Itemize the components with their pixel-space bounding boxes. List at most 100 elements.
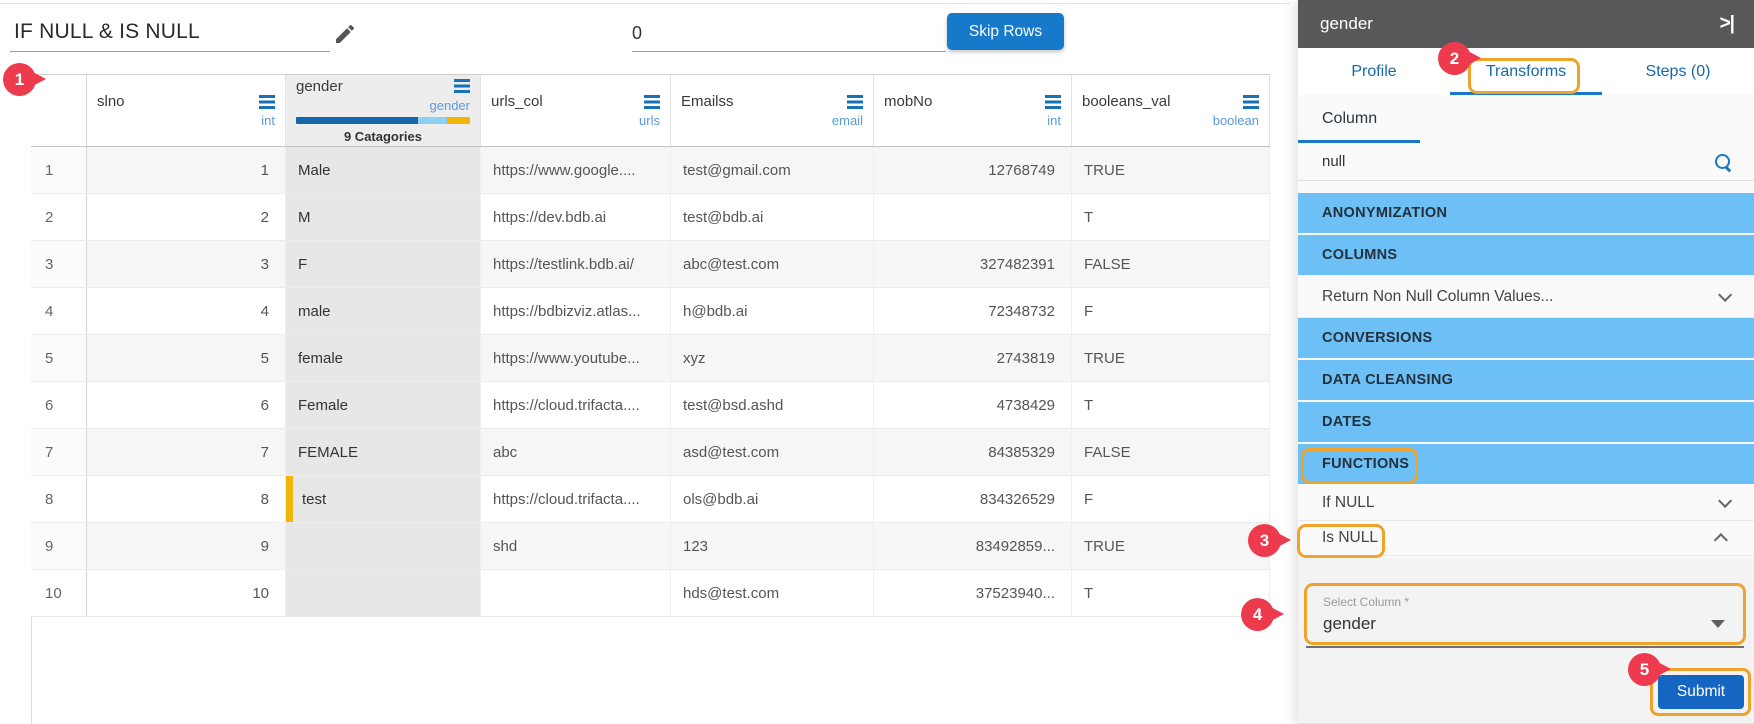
skip-rows-input[interactable]	[632, 16, 946, 51]
cell-slno[interactable]: 10	[87, 570, 286, 616]
column-name: slno	[97, 93, 125, 110]
cell-mobno[interactable]: 12768749	[874, 147, 1072, 193]
column-header-Emailss[interactable]: Emailssemail	[671, 75, 874, 146]
select-column-field[interactable]: Select Column * gender	[1304, 583, 1746, 645]
cell-urls[interactable]: https://cloud.trifacta....	[481, 382, 671, 428]
cell-gender[interactable]: test	[286, 476, 481, 522]
column-menu-icon[interactable]	[847, 95, 863, 109]
cell-boolean[interactable]: T	[1072, 382, 1270, 428]
cell-mobno[interactable]: 327482391	[874, 241, 1072, 287]
subtab-column[interactable]: Column	[1322, 110, 1377, 128]
chevron-up-icon[interactable]	[1714, 533, 1728, 547]
category-data-cleansing[interactable]: DATA CLEANSING	[1298, 360, 1754, 400]
cell-urls[interactable]: https://dev.bdb.ai	[481, 194, 671, 240]
cell-slno[interactable]: 5	[87, 335, 286, 381]
cell-gender[interactable]: Male	[286, 147, 481, 193]
cell-boolean[interactable]: F	[1072, 476, 1270, 522]
cell-email[interactable]: test@bdb.ai	[671, 194, 874, 240]
cell-slno[interactable]: 3	[87, 241, 286, 287]
cell-slno[interactable]: 7	[87, 429, 286, 475]
cell-boolean[interactable]: TRUE	[1072, 335, 1270, 381]
cell-slno[interactable]: 6	[87, 382, 286, 428]
transform-item-return-non-null-column-values[interactable]: Return Non Null Column Values...	[1298, 277, 1754, 318]
column-header-slno[interactable]: slnoint	[87, 75, 286, 146]
cell-urls[interactable]: https://www.google....	[481, 147, 671, 193]
cell-slno[interactable]: 9	[87, 523, 286, 569]
transform-item-if-null[interactable]: If NULL	[1298, 486, 1754, 521]
cell-slno[interactable]: 1	[87, 147, 286, 193]
category-anonymization[interactable]: ANONYMIZATION	[1298, 193, 1754, 233]
column-header-urls_col[interactable]: urls_colurls	[481, 75, 671, 146]
cell-urls[interactable]: https://www.youtube...	[481, 335, 671, 381]
cell-urls[interactable]	[481, 570, 671, 616]
cell-boolean[interactable]: FALSE	[1072, 429, 1270, 475]
cell-mobno[interactable]: 83492859...	[874, 523, 1072, 569]
skip-rows-button[interactable]: Skip Rows	[947, 13, 1064, 50]
row-number-cell: 9	[31, 523, 87, 569]
dropdown-arrow-icon[interactable]	[1711, 620, 1725, 628]
cell-urls[interactable]: abc	[481, 429, 671, 475]
column-menu-icon[interactable]	[259, 95, 275, 109]
cell-email[interactable]: asd@test.com	[671, 429, 874, 475]
cell-gender[interactable]	[286, 570, 481, 616]
collapse-panel-icon[interactable]: >|	[1720, 13, 1734, 35]
cell-gender[interactable]: male	[286, 288, 481, 334]
cell-urls[interactable]: https://bdbizviz.atlas...	[481, 288, 671, 334]
cell-urls[interactable]: https://cloud.trifacta....	[481, 476, 671, 522]
submit-button[interactable]: Submit	[1658, 675, 1744, 709]
category-columns[interactable]: COLUMNS	[1298, 235, 1754, 275]
cell-mobno[interactable]: 37523940...	[874, 570, 1072, 616]
transform-item-is-null[interactable]: Is NULL	[1298, 521, 1754, 556]
cell-email[interactable]: xyz	[671, 335, 874, 381]
column-header-booleans_val[interactable]: booleans_valboolean	[1072, 75, 1270, 146]
column-menu-icon[interactable]	[1243, 95, 1259, 109]
cell-email[interactable]: h@bdb.ai	[671, 288, 874, 334]
cell-mobno[interactable]: 834326529	[874, 476, 1072, 522]
column-menu-icon[interactable]	[454, 79, 470, 93]
cell-gender[interactable]: F	[286, 241, 481, 287]
tab-profile[interactable]: Profile	[1298, 48, 1450, 95]
cell-gender[interactable]	[286, 523, 481, 569]
cell-boolean[interactable]: T	[1072, 194, 1270, 240]
cell-email[interactable]: 123	[671, 523, 874, 569]
row-number-cell: 10	[31, 570, 87, 616]
category-functions[interactable]: FUNCTIONS	[1298, 444, 1754, 484]
cell-boolean[interactable]: T	[1072, 570, 1270, 616]
cell-boolean[interactable]: FALSE	[1072, 241, 1270, 287]
cell-email[interactable]: abc@test.com	[671, 241, 874, 287]
cell-slno[interactable]: 8	[87, 476, 286, 522]
chevron-down-icon[interactable]	[1718, 288, 1732, 302]
cell-mobno[interactable]: 72348732	[874, 288, 1072, 334]
cell-email[interactable]: test@bsd.ashd	[671, 382, 874, 428]
search-icon[interactable]	[1714, 153, 1732, 171]
column-header-mobNo[interactable]: mobNoint	[874, 75, 1072, 146]
cell-slno[interactable]: 4	[87, 288, 286, 334]
category-dates[interactable]: DATES	[1298, 402, 1754, 442]
category-conversions[interactable]: CONVERSIONS	[1298, 318, 1754, 358]
column-menu-icon[interactable]	[1045, 95, 1061, 109]
cell-slno[interactable]: 2	[87, 194, 286, 240]
column-header-gender[interactable]: gendergender9 Catagories	[286, 75, 481, 146]
cell-email[interactable]: ols@bdb.ai	[671, 476, 874, 522]
cell-gender[interactable]: Female	[286, 382, 481, 428]
cell-email[interactable]: hds@test.com	[671, 570, 874, 616]
cell-email[interactable]: test@gmail.com	[671, 147, 874, 193]
cell-gender[interactable]: FEMALE	[286, 429, 481, 475]
column-menu-icon[interactable]	[644, 95, 660, 109]
cell-boolean[interactable]: F	[1072, 288, 1270, 334]
cell-mobno[interactable]: 4738429	[874, 382, 1072, 428]
transform-search-input[interactable]	[1322, 153, 1714, 170]
cell-gender[interactable]: female	[286, 335, 481, 381]
cell-mobno[interactable]: 2743819	[874, 335, 1072, 381]
cell-urls[interactable]: shd	[481, 523, 671, 569]
cell-mobno[interactable]: 84385329	[874, 429, 1072, 475]
cell-urls[interactable]: https://testlink.bdb.ai/	[481, 241, 671, 287]
cell-mobno[interactable]	[874, 194, 1072, 240]
cell-boolean[interactable]: TRUE	[1072, 147, 1270, 193]
tab-steps[interactable]: Steps (0)	[1602, 48, 1754, 95]
chevron-down-icon[interactable]	[1718, 494, 1732, 508]
edit-title-icon[interactable]	[333, 22, 357, 46]
cell-boolean[interactable]: TRUE	[1072, 523, 1270, 569]
cell-gender[interactable]: M	[286, 194, 481, 240]
column-type-label: boolean	[1082, 113, 1259, 128]
